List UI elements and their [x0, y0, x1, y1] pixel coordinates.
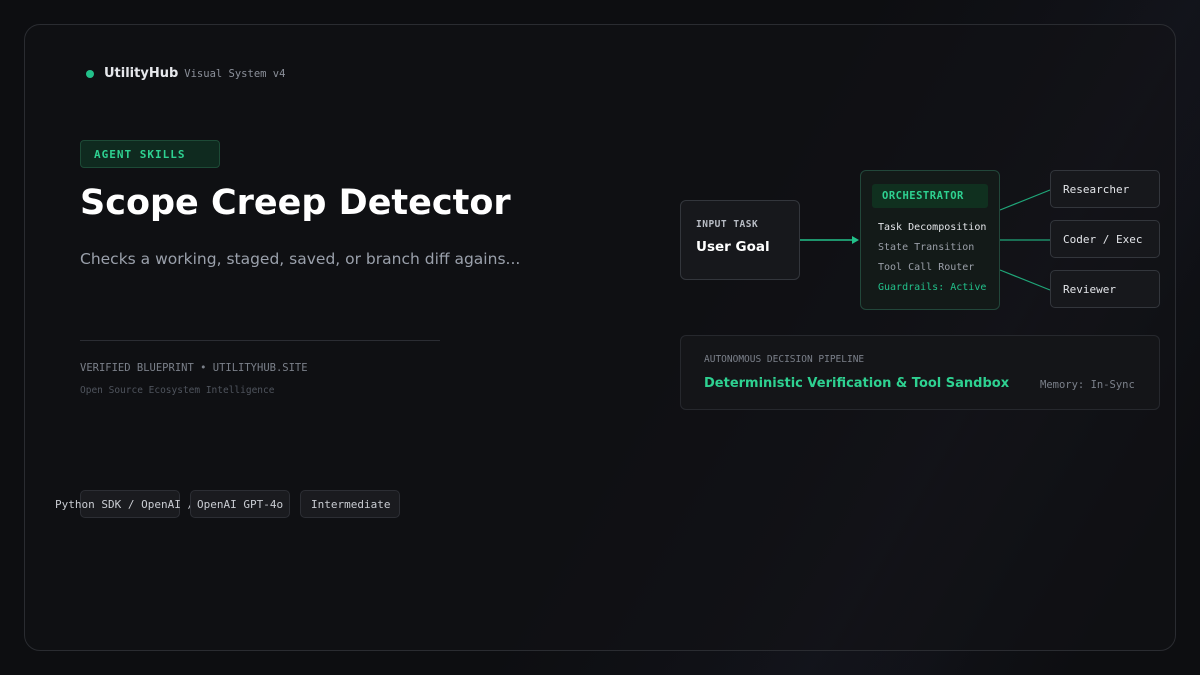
orchestrator-item: State Transition [878, 242, 975, 253]
tag-level[interactable]: Intermediate [300, 490, 400, 518]
brand-dot-icon [86, 69, 94, 78]
input-task-label: INPUT TASK [696, 219, 759, 230]
tag-sdk-label: Python SDK / OpenAI / [55, 498, 195, 511]
verified-label: VERIFIED BLUEPRINT • UTILITYHUB.SITE [80, 362, 308, 374]
brand-name: UtilityHub [104, 66, 179, 81]
orchestrator-title: ORCHESTRATOR [872, 184, 988, 208]
pipeline-memory-status: Memory: In-Sync [1040, 379, 1135, 391]
pipeline-label: AUTONOMOUS DECISION PIPELINE [704, 354, 865, 365]
divider [80, 340, 440, 341]
brand: UtilityHub Visual System v4 [86, 66, 285, 81]
pipeline-panel [680, 335, 1160, 410]
page-title: Scope Creep Detector [80, 183, 511, 223]
agent-reviewer: Reviewer [1050, 270, 1160, 308]
tag-sdk[interactable]: Python SDK / OpenAI / [55, 490, 194, 518]
input-task-value: User Goal [696, 239, 770, 255]
description: Checks a working, staged, saved, or bran… [80, 250, 521, 268]
tag-model[interactable]: OpenAI GPT-4o [190, 490, 290, 518]
orchestrator-item: Tool Call Router [878, 262, 975, 273]
agent-coder: Coder / Exec [1050, 220, 1160, 258]
category-badge: AGENT SKILLS [80, 140, 220, 168]
pipeline-title: Deterministic Verification & Tool Sandbo… [704, 376, 1010, 391]
orchestrator-item: Task Decomposition [878, 222, 987, 233]
orchestrator-item-guardrails: Guardrails: Active [878, 282, 987, 293]
agent-researcher: Researcher [1050, 170, 1160, 208]
ecosystem-subline: Open Source Ecosystem Intelligence [80, 385, 275, 396]
brand-subtitle: Visual System v4 [184, 67, 286, 80]
